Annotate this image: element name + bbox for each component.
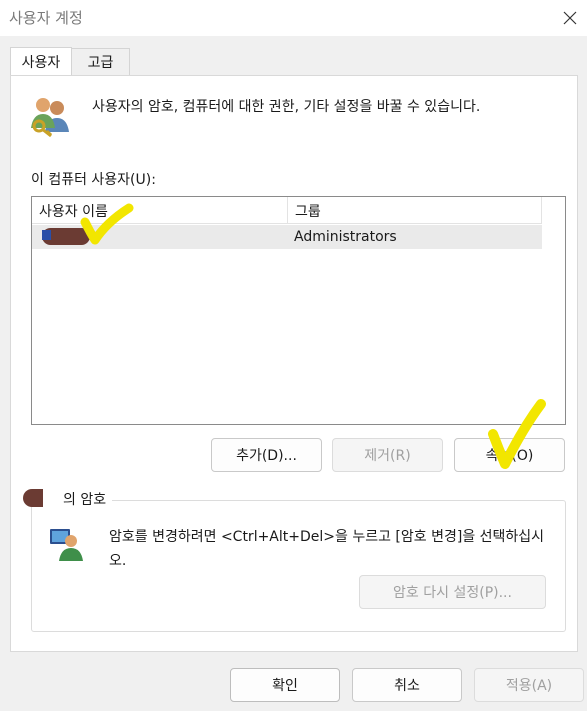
remove-user-button[interactable]: 제거(R) bbox=[332, 438, 443, 472]
annotation-checkmark-icon bbox=[488, 399, 546, 469]
column-header-group[interactable]: 그룹 bbox=[288, 197, 542, 224]
column-header-user-name[interactable]: 사용자 이름 bbox=[32, 197, 288, 224]
add-user-button[interactable]: 추가(D)... bbox=[211, 438, 322, 472]
tab-advanced[interactable]: 고급 bbox=[72, 48, 130, 75]
window-title: 사용자 계정 bbox=[9, 9, 83, 27]
annotation-checkmark-icon bbox=[80, 203, 134, 245]
password-group-title: 의 암호 bbox=[43, 489, 113, 509]
apply-button[interactable]: 적용(A) bbox=[474, 668, 584, 702]
cell-user-name bbox=[36, 225, 286, 249]
user-password-icon bbox=[50, 529, 83, 561]
close-button[interactable] bbox=[552, 0, 587, 36]
close-icon bbox=[563, 11, 576, 25]
users-list-label: 이 컴퓨터 사용자(U): bbox=[31, 172, 156, 188]
reset-password-button[interactable]: 암호 다시 설정(P)... bbox=[359, 575, 546, 609]
ok-button[interactable]: 확인 bbox=[230, 668, 340, 702]
tab-users[interactable]: 사용자 bbox=[10, 47, 72, 75]
password-instructions: 암호를 변경하려면 <Ctrl+Alt+Del>을 누르고 [암호 변경]을 선… bbox=[109, 529, 545, 569]
title-bar: 사용자 계정 bbox=[0, 0, 587, 36]
user-accounts-window: 사용자 계정 사용자 고급 사용자의 암호, 컴퓨터에 대한 권한, 기타 설정… bbox=[0, 0, 587, 711]
cancel-button[interactable]: 취소 bbox=[352, 668, 462, 702]
cell-group: Administrators bbox=[294, 229, 397, 245]
users-tab-panel: 사용자의 암호, 컴퓨터에 대한 권한, 기타 설정을 바꿀 수 있습니다. 이… bbox=[10, 75, 578, 652]
intro-description: 사용자의 암호, 컴퓨터에 대한 권한, 기타 설정을 바꿀 수 있습니다. bbox=[92, 99, 481, 115]
users-keys-icon bbox=[31, 98, 69, 138]
